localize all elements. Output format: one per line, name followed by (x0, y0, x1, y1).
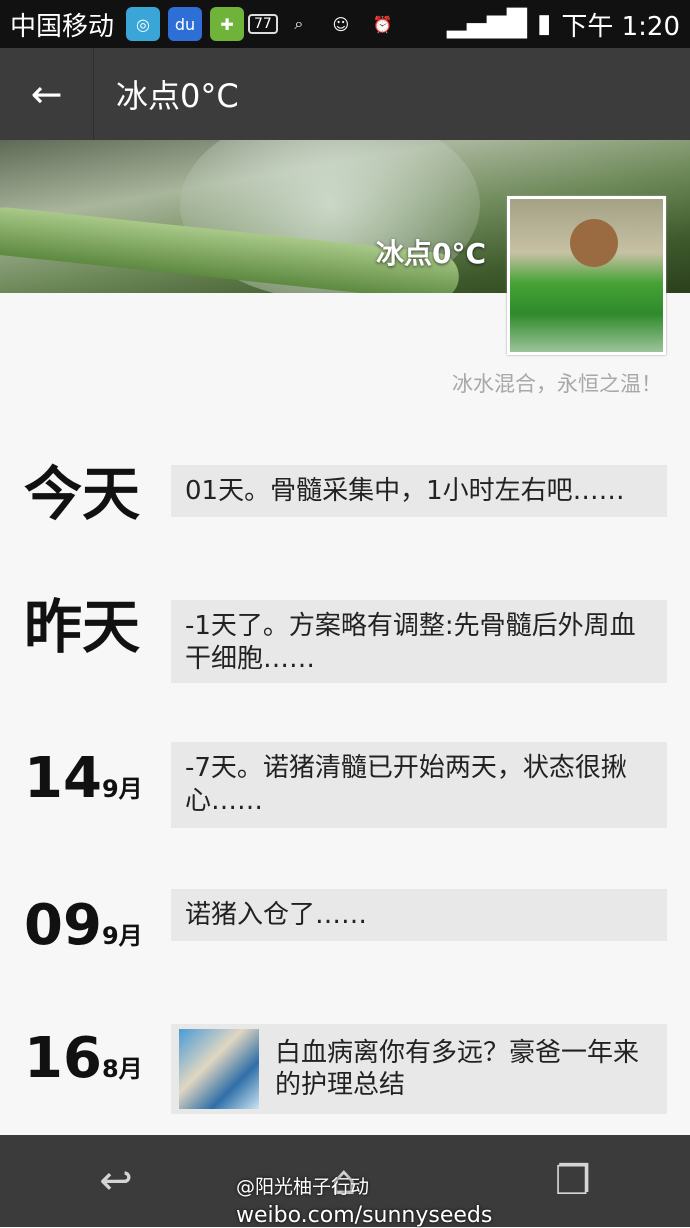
signal-icon: ▂▄▆█ (447, 9, 528, 39)
entry-date: 168月 (24, 1028, 143, 1087)
browser-icon: ◎ (126, 7, 161, 41)
entry-day: 16 (24, 1026, 102, 1091)
entry-month: 9月 (101, 922, 143, 950)
entry-text[interactable]: -7天。诺猪清髓已开始两天，状态很揪心…… (171, 742, 667, 828)
app-store-icon: ✚ (210, 7, 245, 41)
nav-recents-icon[interactable]: ❐ (555, 1158, 591, 1204)
watermark-url: weibo.com/sunnyseeds (236, 1203, 493, 1228)
entry-month: 8月 (101, 1055, 143, 1083)
notification-count-badge: 77 (248, 14, 278, 34)
battery-icon: ▮ (537, 9, 552, 39)
entry-date: 099月 (24, 895, 143, 954)
entry-text: 白血病离你有多远？豪爸一年来的护理总结 (275, 1037, 640, 1101)
back-arrow-icon[interactable]: ← (0, 48, 94, 140)
entry-date-label: 今天 (24, 460, 141, 528)
baidu-icon: du (168, 7, 203, 41)
search-icon: ⌕ (294, 14, 304, 33)
nav-back-icon[interactable]: ↩ (99, 1158, 133, 1204)
face-icon: ☺ (332, 14, 350, 34)
entry-date: 149月 (24, 748, 143, 807)
entry-thumbnail-image (179, 1029, 259, 1109)
entry-date-label: 昨天 (24, 593, 141, 661)
alarm-icon: ⏰ (372, 14, 393, 34)
carrier-name: 中国移动 (10, 11, 115, 42)
entry-month: 9月 (101, 775, 143, 803)
title-bar: ← 冰点0°C (0, 48, 690, 140)
page-title: 冰点0°C (116, 77, 239, 115)
entry-day: 14 (24, 746, 102, 811)
entry-text[interactable]: -1天了。方案略有调整:先骨髓后外周血干细胞…… (171, 600, 667, 683)
avatar-bear-shape (570, 219, 618, 267)
status-bar: 中国移动 ◎ du ✚ 77 ⌕ ☺ ⏰ ▂▄▆█ ▮ 下午 1:20 (0, 0, 690, 48)
cover-username: 冰点0°C (376, 237, 487, 270)
watermark-handle: @阳光柚子行动 (236, 1176, 370, 1198)
clock: 下午 1:20 (561, 11, 680, 42)
entry-day: 09 (24, 893, 102, 958)
entry-card[interactable]: 白血病离你有多远？豪爸一年来的护理总结 (171, 1024, 667, 1114)
entry-text[interactable]: 01天。骨髓采集中，1小时左右吧…… (171, 465, 667, 517)
watermark: @阳光柚子行动 weibo.com/sunnyseeds (236, 1172, 492, 1228)
avatar[interactable] (507, 196, 666, 355)
profile-signature: 冰水混合，永恒之温！ (452, 372, 662, 396)
entry-text[interactable]: 诺猪入仓了…… (171, 889, 667, 941)
